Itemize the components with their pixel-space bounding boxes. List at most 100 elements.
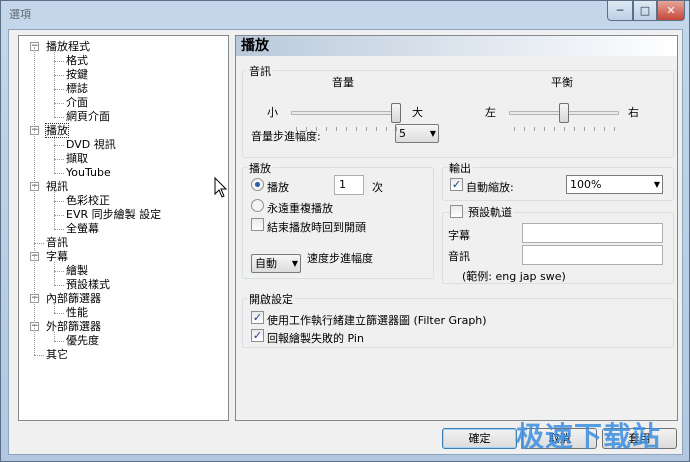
tree-item-label: 預設樣式 xyxy=(66,278,110,291)
tree-subitem[interactable]: 色彩校正 xyxy=(66,194,110,207)
slider-tick xyxy=(386,127,387,131)
report-pin-checkbox[interactable]: ✓ xyxy=(251,329,264,342)
tree-connector xyxy=(54,215,64,216)
tree-item-label: 播放 xyxy=(45,123,69,138)
rewind-checkbox[interactable] xyxy=(251,218,264,231)
tree-subitem[interactable]: 全螢幕 xyxy=(66,222,99,235)
audio-track-input[interactable] xyxy=(522,245,663,265)
slider-tick xyxy=(604,127,605,131)
tree-subitem[interactable]: DVD 視訊 xyxy=(66,138,116,151)
tree-item-label: 字幕 xyxy=(46,250,68,263)
autozoom-label: 自動縮放: xyxy=(466,181,514,194)
tree-item-label: 全螢幕 xyxy=(66,222,99,235)
slider-tick xyxy=(584,127,585,131)
slider-tick xyxy=(534,127,535,131)
tree-subitem[interactable]: 網頁介面 xyxy=(66,110,110,123)
playback-panel: 播放 音訊 音量 平衡 小 大 左 右 音量步進幅度: 5 ▼ 播放 播放 1 … xyxy=(235,35,678,421)
title-bar[interactable]: 選項 ─ □ ✕ xyxy=(1,1,689,27)
tree-connector xyxy=(54,192,55,229)
speed-step-label: 速度步進幅度 xyxy=(307,252,373,265)
tree-connector xyxy=(54,136,55,173)
tree-item-label: 擷取 xyxy=(66,152,88,165)
watermark-logo: 极速下载站 xyxy=(516,420,662,453)
tree-subitem[interactable]: EVR 同步繪製 設定 xyxy=(66,208,161,221)
play-count-radio[interactable] xyxy=(251,178,264,191)
chevron-down-icon: ▼ xyxy=(653,180,660,189)
tree-subitem[interactable]: 擷取 xyxy=(66,152,88,165)
slider-tick xyxy=(296,127,297,131)
slider-tick xyxy=(614,127,615,131)
balance-slider-thumb[interactable] xyxy=(559,103,569,123)
slider-tick xyxy=(316,127,317,131)
maximize-button[interactable]: □ xyxy=(633,1,657,21)
tree-subitem[interactable]: 標誌 xyxy=(66,82,88,95)
mouse-cursor-icon xyxy=(214,177,228,198)
page-title: 播放 xyxy=(236,36,677,56)
slider-tick xyxy=(326,127,327,131)
tree-item-label: 性能 xyxy=(66,306,88,319)
chevron-down-icon: ▼ xyxy=(291,259,298,268)
autozoom-checkbox[interactable]: ✓ xyxy=(450,178,463,191)
slider-tick xyxy=(594,127,595,131)
tree-subitem[interactable]: 繪製 xyxy=(66,264,88,277)
play-count-input[interactable]: 1 xyxy=(334,175,364,195)
tree-subitem[interactable]: 優先度 xyxy=(66,334,99,347)
volume-slider-thumb[interactable] xyxy=(391,103,401,123)
options-tree[interactable]: − 播放程式 格式 按鍵 標誌 介面 網頁介面 − 播放 DVD 視訊 擷取 YouTube − 視訊 色彩… xyxy=(18,35,229,421)
tree-connector xyxy=(54,332,55,341)
repeat-forever-label: 永遠重複播放 xyxy=(267,202,333,215)
tree-category[interactable]: 字幕 xyxy=(46,250,68,263)
slider-tick xyxy=(554,127,555,131)
slider-tick xyxy=(346,127,347,131)
tree-connector xyxy=(54,313,64,314)
subtitle-track-input[interactable] xyxy=(522,223,663,243)
speed-value: 自動 xyxy=(255,257,277,270)
options-window: 選項 ─ □ ✕ − 播放程式 格式 按鍵 標誌 介面 網頁介面 − 播放 DVD 視訊 擷取 You… xyxy=(0,0,690,462)
tree-connector xyxy=(54,75,64,76)
tree-category[interactable]: 播放程式 xyxy=(46,40,90,53)
tree-category[interactable]: 視訊 xyxy=(46,180,68,193)
tree-subitem[interactable]: YouTube xyxy=(66,166,111,179)
play-count-label: 播放 xyxy=(267,181,289,194)
default-tracks-legend: 預設軌道 xyxy=(466,204,514,220)
volume-step-select[interactable]: 5 ▼ xyxy=(395,124,439,143)
close-button[interactable]: ✕ xyxy=(657,1,685,21)
repeat-forever-radio[interactable] xyxy=(251,199,264,212)
tree-connector xyxy=(54,271,64,272)
tree-item-label: 播放程式 xyxy=(46,40,90,53)
tree-subitem[interactable]: 格式 xyxy=(66,54,88,67)
tree-item-label: 其它 xyxy=(46,348,68,361)
slider-tick xyxy=(336,127,337,131)
tree-item-label: YouTube xyxy=(66,166,111,179)
slider-tick xyxy=(366,127,367,131)
volume-slider-track[interactable] xyxy=(291,111,401,115)
autozoom-select[interactable]: 100% ▼ xyxy=(566,175,663,194)
slider-tick xyxy=(514,127,515,131)
tree-item-label: 網頁介面 xyxy=(66,110,110,123)
tree-item-label: DVD 視訊 xyxy=(66,138,116,151)
default-tracks-checkbox[interactable] xyxy=(450,205,463,218)
times-label: 次 xyxy=(372,181,383,194)
ok-button[interactable]: 確定 xyxy=(442,428,517,449)
tree-subitem[interactable]: 介面 xyxy=(66,96,88,109)
tree-item-label: 標誌 xyxy=(66,82,88,95)
slider-tick xyxy=(524,127,525,131)
balance-label: 平衡 xyxy=(551,76,573,89)
audio-track-label: 音訊 xyxy=(448,250,470,263)
autozoom-value: 100% xyxy=(570,178,602,191)
worker-thread-checkbox[interactable]: ✓ xyxy=(251,311,264,324)
speed-select[interactable]: 自動 ▼ xyxy=(251,254,301,273)
slider-tick xyxy=(574,127,575,131)
tree-connector xyxy=(54,262,55,285)
tree-category[interactable]: 播放 xyxy=(45,123,69,138)
tree-subitem[interactable]: 預設樣式 xyxy=(66,278,110,291)
report-pin-label: 回報繪製失敗的 Pin xyxy=(267,332,364,345)
tree-category[interactable]: 其它 xyxy=(46,348,68,361)
tree-subitem[interactable]: 性能 xyxy=(66,306,88,319)
tree-category[interactable]: 音訊 xyxy=(46,236,68,249)
minimize-button[interactable]: ─ xyxy=(607,1,633,21)
tree-item-label: 介面 xyxy=(66,96,88,109)
tree-connector xyxy=(54,229,64,230)
volume-min-label: 小 xyxy=(267,106,278,119)
tree-subitem[interactable]: 按鍵 xyxy=(66,68,88,81)
